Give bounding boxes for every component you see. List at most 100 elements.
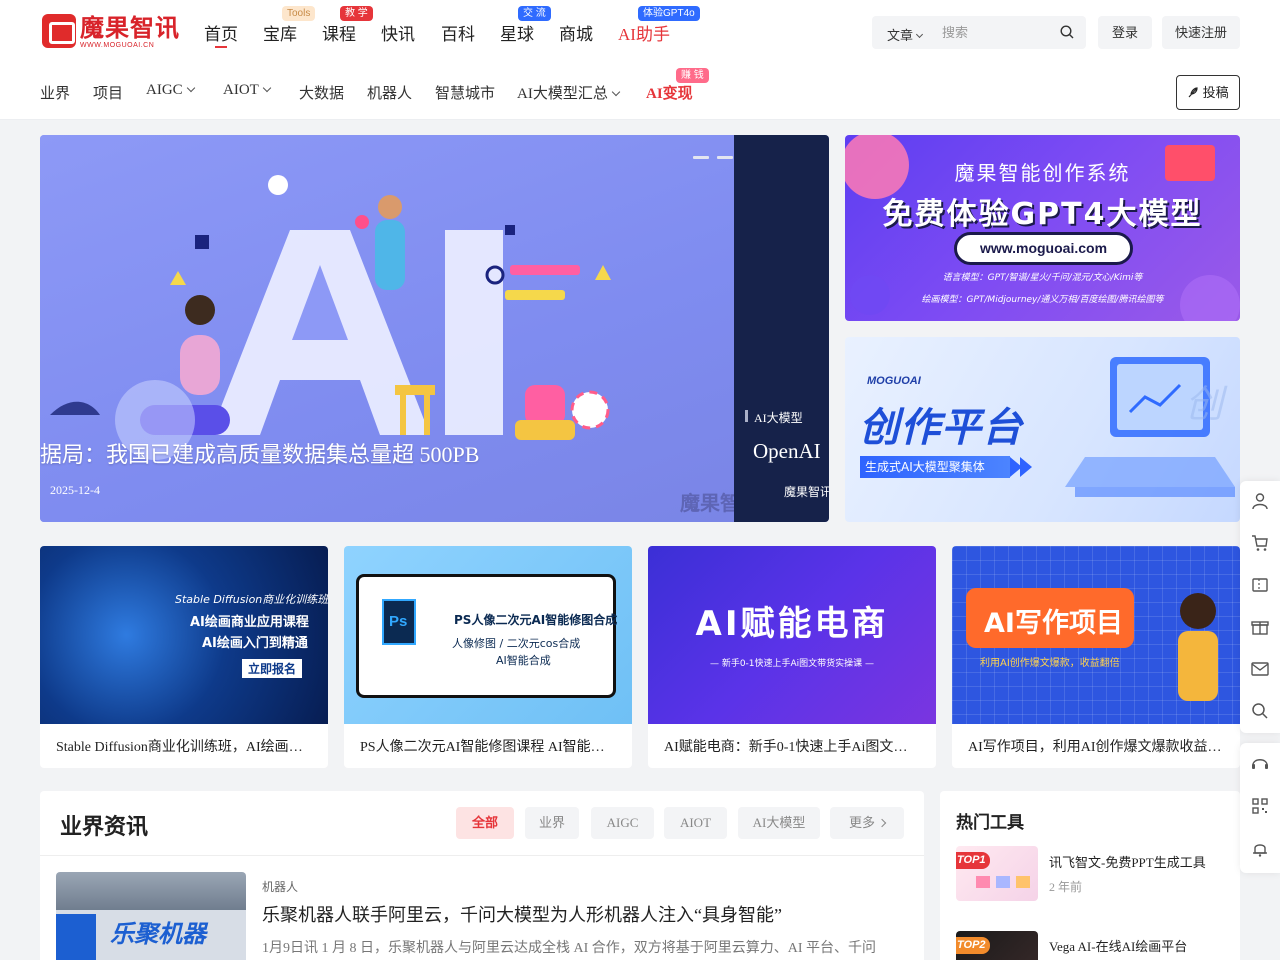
slider-dot[interactable] <box>717 156 733 159</box>
site-header: 魔果智讯 WWW.MOGUOAI.CN 首页 宝库 Tools 课程 教 学 快… <box>0 0 1280 120</box>
cart-icon[interactable] <box>1250 533 1270 553</box>
ticket-icon[interactable] <box>1250 575 1270 595</box>
divider <box>40 855 924 856</box>
tool-rank-badge: TOP2 <box>956 937 990 954</box>
subnav-smartcity[interactable]: 智慧城市 <box>435 82 495 103</box>
nav-badge-planet: 交 流 <box>518 6 551 21</box>
user-icon[interactable] <box>1250 491 1270 511</box>
nav-wiki[interactable]: 百科 <box>441 20 475 45</box>
thumb-logo-block <box>56 914 96 960</box>
banner1-url[interactable]: www.moguoai.com <box>954 232 1133 265</box>
tool-thumbnail[interactable]: TOP1 <box>956 846 1038 901</box>
chevron-down-icon <box>611 87 621 97</box>
svg-text:创: 创 <box>1185 382 1228 426</box>
nav-badge-courses: 教 学 <box>340 6 373 21</box>
tool-title[interactable]: 讯飞智文-免费PPT生成工具 <box>1049 852 1206 871</box>
search-box: 文章 <box>872 16 1086 49</box>
tool-rank-badge: TOP1 <box>956 852 990 869</box>
course-img-text: 利用AI创作爆文爆款，收益翻倍 <box>980 658 1120 669</box>
nav-shop[interactable]: 商城 <box>559 20 593 45</box>
nav-badge-gpt4o: 体验GPT4o <box>638 6 700 21</box>
qrcode-icon[interactable] <box>1250 796 1270 816</box>
news-category[interactable]: 机器人 <box>262 878 298 895</box>
banner1-models-image: 绘画模型：GPT/Midjourney/通义万相/百度绘图/腾讯绘图等 <box>921 295 1164 305</box>
course-img-text: 人像修图 / 二次元cos合成 <box>452 637 581 650</box>
slide-title[interactable]: 据局：我国已建成高质量数据集总量超 500PB <box>40 437 479 469</box>
nav-badge-tools: Tools <box>282 6 316 21</box>
banner-creation-platform[interactable]: 创 MOGUOAI 创作平台 生成式AI大模型聚集体 <box>845 337 1240 522</box>
news-tab-aiot[interactable]: AIOT <box>664 807 727 839</box>
mail-icon[interactable] <box>1250 659 1270 679</box>
subnav-monetize[interactable]: AI变现 <box>646 82 693 103</box>
news-title[interactable]: 乐聚机器人联手阿里云，千问大模型为人形机器人注入“具身智能” <box>262 901 782 927</box>
subnav-models[interactable]: AI大模型汇总 <box>517 82 621 103</box>
banner2-logo: MOGUOAI <box>867 375 921 387</box>
news-tab-industry[interactable]: 业界 <box>525 807 579 839</box>
slider-dot[interactable] <box>693 156 709 159</box>
hero-slider[interactable]: 据局：我国已建成高质量数据集总量超 500PB 2025-12-4 魔果智 AI… <box>40 135 829 522</box>
logo-url: WWW.MOGUOAI.CN <box>80 42 155 49</box>
news-thumb-text: 乐聚机器 <box>110 920 206 948</box>
nav-home[interactable]: 首页 <box>204 20 238 48</box>
banner-gpt4[interactable]: 魔果智能创作系统 免费体验GPT4大模型 www.moguoai.com 语言模… <box>845 135 1240 321</box>
headset-icon[interactable] <box>1250 753 1270 773</box>
news-tab-models[interactable]: AI大模型 <box>738 807 820 839</box>
course-img-text: AI绘画入门到精通 <box>202 636 308 651</box>
course-title[interactable]: AI写作项目，利用AI创作爆文爆款收益翻倍 <box>968 736 1224 756</box>
banner2-title: 创作平台 <box>859 405 1023 451</box>
search-input[interactable] <box>942 22 1052 44</box>
subnav-aiot[interactable]: AIOT <box>223 82 272 99</box>
course-img-text: AI赋能电商 <box>695 604 889 644</box>
nav-flash[interactable]: 快讯 <box>381 20 415 45</box>
course-img-text: — 新手0-1快速上手Ai图文带货实操课 — <box>709 659 875 669</box>
subnav-robots[interactable]: 机器人 <box>367 82 412 103</box>
course-title[interactable]: PS人像二次元AI智能修图课程 AI智能合成 <box>360 736 616 756</box>
subnav-bigdata[interactable]: 大数据 <box>299 82 344 103</box>
subnav-aigc[interactable]: AIGC <box>146 82 195 99</box>
subnav-projects[interactable]: 项目 <box>93 82 123 103</box>
bell-icon[interactable] <box>1250 839 1270 859</box>
course-thumbnail: Stable Diffusion商业化训练班 AI绘画商业应用课程 AI绘画入门… <box>40 546 328 724</box>
nav-tools[interactable]: 宝库 <box>263 20 297 45</box>
course-thumbnail: AI赋能电商 — 新手0-1快速上手Ai图文带货实操课 — <box>648 546 936 724</box>
search-type-select[interactable]: 文章 <box>887 25 924 44</box>
tools-heading: 热门工具 <box>956 813 1024 832</box>
subnav-industry[interactable]: 业界 <box>40 82 70 103</box>
course-img-text: Stable Diffusion商业化训练班 <box>175 593 328 606</box>
course-title[interactable]: Stable Diffusion商业化训练班，AI绘画商业应用课程 <box>56 736 312 756</box>
slide-date: 2025-12-4 <box>50 483 100 497</box>
tool-thumbnail[interactable]: TOP2 <box>956 931 1038 960</box>
course-card[interactable]: Stable Diffusion商业化训练班 AI绘画商业应用课程 AI绘画入门… <box>40 546 328 768</box>
industry-news: 业界资讯 全部 业界 AIGC AIOT AI大模型 更多 乐聚机器 机器人 乐… <box>40 791 924 960</box>
news-thumbnail[interactable]: 乐聚机器 <box>56 872 246 960</box>
news-tab-more[interactable]: 更多 <box>830 807 904 839</box>
login-button[interactable]: 登录 <box>1098 16 1152 49</box>
search-icon[interactable] <box>1060 25 1074 39</box>
news-tab-all[interactable]: 全部 <box>456 807 514 839</box>
nav-ai-assistant[interactable]: AI助手 <box>618 20 670 45</box>
subnav-models-label: AI大模型汇总 <box>517 86 608 102</box>
subnav-aiot-label: AIOT <box>223 82 259 98</box>
post-button[interactable]: 投稿 <box>1176 75 1240 110</box>
next-slide-title[interactable]: OpenAI <box>753 439 821 464</box>
course-card[interactable]: AI赋能电商 — 新手0-1快速上手Ai图文带货实操课 — AI赋能电商：新手0… <box>648 546 936 768</box>
gift-icon[interactable] <box>1250 617 1270 637</box>
nav-courses[interactable]: 课程 <box>322 20 356 45</box>
nav-planet[interactable]: 星球 <box>500 20 534 45</box>
course-title[interactable]: AI赋能电商：新手0-1快速上手Ai图文带货实操课 <box>664 736 920 756</box>
register-button[interactable]: 快速注册 <box>1162 16 1240 49</box>
subnav-badge-money: 赚 钱 <box>676 68 709 83</box>
banner1-title: 魔果智能创作系统 <box>954 161 1131 185</box>
tool-title[interactable]: Vega AI-在线AI绘画平台 <box>1049 936 1187 955</box>
slide-current[interactable]: 据局：我国已建成高质量数据集总量超 500PB 2025-12-4 魔果智 <box>40 135 805 522</box>
site-logo[interactable]: 魔果智讯 WWW.MOGUOAI.CN <box>42 14 179 50</box>
float-toolbar <box>1240 481 1280 733</box>
news-tab-aigc[interactable]: AIGC <box>591 807 654 839</box>
search-icon[interactable] <box>1250 701 1270 721</box>
chevron-down-icon <box>186 83 195 93</box>
photoshop-icon: Ps <box>382 599 416 645</box>
course-card[interactable]: AI写作项目 利用AI创作爆文爆款，收益翻倍 AI写作项目，利用AI创作爆文爆款… <box>952 546 1240 768</box>
course-card[interactable]: Ps PS人像二次元AI智能修图合成 人像修图 / 二次元cos合成 AI智能合… <box>344 546 632 768</box>
thumb-block <box>1016 876 1030 888</box>
course-img-text: AI写作项目 <box>984 608 1123 639</box>
